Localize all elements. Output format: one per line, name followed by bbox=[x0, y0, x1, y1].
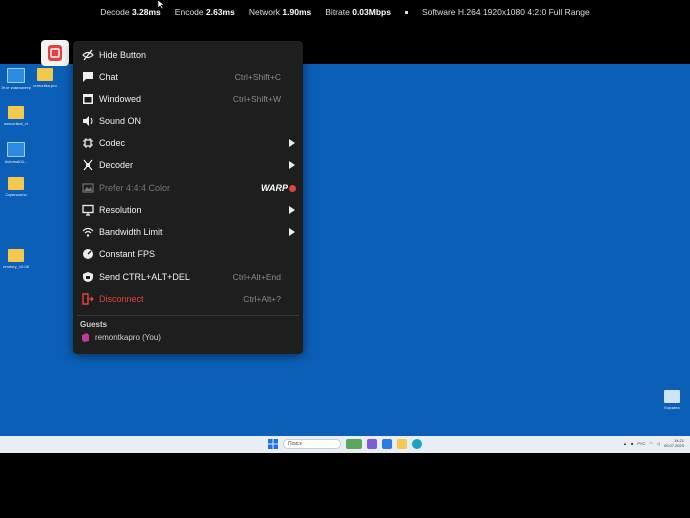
wifi-icon bbox=[82, 227, 94, 237]
guest-name: remontkapro (You) bbox=[95, 333, 161, 342]
chat-icon bbox=[83, 72, 93, 82]
edge-browser-icon[interactable] bbox=[412, 439, 422, 449]
folder-icon bbox=[8, 177, 24, 190]
menu-item-sound[interactable]: Sound ON bbox=[73, 110, 303, 132]
folder-icon bbox=[8, 106, 24, 119]
tray-chevron-icon[interactable]: ▲ bbox=[623, 441, 627, 446]
menu-item-hide-button[interactable]: Hide Button bbox=[73, 44, 303, 66]
volume-icon[interactable]: ◁ bbox=[657, 441, 660, 446]
speaker-icon bbox=[83, 116, 93, 126]
clock[interactable]: 14:21 09.07.2023 bbox=[664, 438, 684, 448]
guest-avatar-icon bbox=[82, 333, 89, 342]
menu-item-decoder[interactable]: Decoder bbox=[73, 154, 303, 176]
menu-item-send-ctrl-alt-del[interactable]: Send CTRL+ALT+DEL Ctrl+Alt+End bbox=[73, 266, 303, 288]
mouse-cursor-icon bbox=[157, 0, 165, 10]
stats-bar: Decode 3.28ms Encode 2.63ms Network 1.90… bbox=[0, 0, 690, 24]
menu-item-shortcut: Ctrl+Shift+W bbox=[232, 94, 281, 104]
windows-start-icon[interactable] bbox=[268, 439, 278, 449]
chat-app-icon[interactable] bbox=[367, 439, 377, 449]
menu-item-shortcut: Ctrl+Shift+C bbox=[234, 72, 281, 82]
menu-item-label: Sound ON bbox=[99, 116, 142, 126]
monitor-icon bbox=[82, 204, 94, 216]
language-indicator[interactable]: РУС bbox=[637, 441, 645, 446]
menu-item-label: Constant FPS bbox=[99, 249, 156, 259]
menu-item-disconnect[interactable]: Disconnect Ctrl+Alt+? bbox=[73, 288, 303, 310]
tray-app-icon[interactable]: ■ bbox=[631, 441, 633, 446]
disconnect-icon bbox=[82, 293, 94, 305]
widgets-icon[interactable] bbox=[346, 439, 362, 449]
menu-item-prefer-444[interactable]: Prefer 4:4:4 Color WARP bbox=[73, 177, 303, 199]
lock-icon bbox=[83, 272, 93, 282]
monitor-icon bbox=[7, 142, 25, 157]
menu-item-codec[interactable]: Codec bbox=[73, 132, 303, 154]
submenu-arrow-icon bbox=[289, 161, 295, 169]
menu-item-label: Prefer 4:4:4 Color bbox=[99, 183, 171, 193]
encode-stat: Encode 2.63ms bbox=[174, 7, 235, 17]
menu-item-label: Decoder bbox=[99, 160, 134, 170]
desktop-icon-remontka[interactable]: remontka.pro bbox=[29, 68, 61, 88]
network-icon[interactable]: ◠ bbox=[649, 441, 653, 446]
network-stat: Network 1.90ms bbox=[248, 7, 312, 17]
menu-item-label: Send CTRL+ALT+DEL bbox=[99, 272, 190, 282]
overlay-menu: Hide Button Chat Ctrl+Shift+C Windowed C… bbox=[73, 41, 303, 354]
decoder-icon bbox=[83, 159, 93, 171]
monitor-icon bbox=[7, 68, 25, 83]
bitrate-stat: Bitrate 0.03Mbps bbox=[325, 7, 391, 17]
taskbar-center: Поиск bbox=[268, 439, 422, 449]
menu-item-bandwidth[interactable]: Bandwidth Limit bbox=[73, 221, 303, 243]
desktop-icon-recycle-bin[interactable]: Корзина bbox=[656, 390, 688, 410]
menu-item-constant-fps[interactable]: Constant FPS bbox=[73, 243, 303, 265]
menu-item-shortcut: Ctrl+Alt+End bbox=[232, 272, 281, 282]
menu-divider bbox=[77, 315, 299, 316]
system-tray: ▲ ■ РУС ◠ ◁ 14:21 09.07.2023 bbox=[623, 438, 684, 448]
submenu-arrow-icon bbox=[289, 228, 295, 236]
eye-slash-icon bbox=[82, 49, 94, 61]
menu-item-label: Codec bbox=[99, 138, 126, 148]
warp-logo-icon bbox=[289, 184, 296, 192]
folder-icon bbox=[37, 68, 53, 81]
file-explorer-icon[interactable] bbox=[397, 439, 407, 449]
desktop-icon-remtory[interactable]: remtory_10.08 bbox=[0, 249, 32, 269]
decode-stat: Decode 3.28ms bbox=[100, 7, 161, 17]
menu-item-windowed[interactable]: Windowed Ctrl+Shift+W bbox=[73, 88, 303, 110]
warp-badge: WARP bbox=[261, 183, 296, 193]
menu-item-label: Disconnect bbox=[99, 294, 144, 304]
codec-info: Software H.264 1920x1080 4:2:0 Full Rang… bbox=[421, 7, 590, 17]
image-icon bbox=[82, 183, 94, 193]
submenu-arrow-icon bbox=[289, 139, 295, 147]
desktop-icon-this-pc[interactable]: Этот компьютер bbox=[0, 68, 32, 90]
menu-item-label: Chat bbox=[99, 72, 119, 82]
guest-entry[interactable]: remontkapro (You) bbox=[81, 333, 161, 342]
folder-icon bbox=[8, 249, 24, 262]
desktop-icon-app[interactable]: Avtomat04... bbox=[0, 142, 32, 164]
recycle-bin-icon bbox=[664, 390, 680, 403]
menu-item-label: Bandwidth Limit bbox=[99, 227, 163, 237]
windows-taskbar: Поиск ▲ ■ РУС ◠ ◁ 14:21 09.07.2023 bbox=[0, 436, 690, 453]
submenu-arrow-icon bbox=[289, 206, 295, 214]
menu-item-label: Windowed bbox=[99, 94, 142, 104]
desktop-icon-screenshots[interactable]: Скриншоты bbox=[0, 177, 32, 197]
menu-item-label: Resolution bbox=[99, 205, 142, 215]
store-icon[interactable] bbox=[382, 439, 392, 449]
speedometer-icon bbox=[83, 249, 93, 259]
desktop-icon-folder[interactable]: sssvonikal_vt bbox=[0, 106, 32, 126]
menu-item-shortcut: Ctrl+Alt+? bbox=[243, 294, 281, 304]
menu-item-label: Hide Button bbox=[99, 50, 147, 60]
chip-icon bbox=[83, 138, 93, 148]
menu-item-resolution[interactable]: Resolution bbox=[73, 199, 303, 221]
menu-item-chat[interactable]: Chat Ctrl+Shift+C bbox=[73, 66, 303, 88]
separator-dot bbox=[404, 10, 408, 14]
overlay-toggle-button[interactable] bbox=[41, 40, 69, 66]
app-logo-icon bbox=[48, 45, 62, 61]
taskbar-search-input[interactable]: Поиск bbox=[283, 439, 341, 449]
guests-heading: Guests bbox=[80, 320, 108, 329]
window-icon bbox=[83, 94, 93, 104]
